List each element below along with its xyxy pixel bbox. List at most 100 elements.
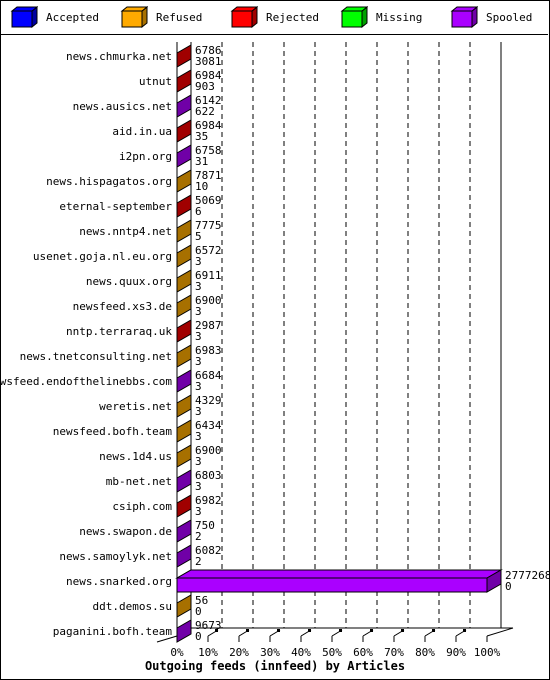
bar-side-face (176, 119, 192, 143)
data-label-bottom: 903 (195, 80, 215, 93)
data-label-bottom: 3 (195, 455, 202, 468)
bar-csiph.com (176, 494, 192, 518)
bar-news.chmurka.net (176, 44, 192, 68)
bar-chart: news.chmurka.net 67863081utnut 6984903news… (0, 42, 550, 673)
x-tick-label: 90% (446, 646, 466, 659)
x-tick-marker (463, 629, 466, 632)
category-label: news.nntp4.net (79, 225, 172, 238)
x-tick-marker (370, 629, 373, 632)
bar-news.swapon.de (176, 519, 192, 543)
x-axis: 0% 10% 20% 30% 40% 50% 60% 70% 80% 90% 100% (156, 627, 514, 659)
data-label-bottom: 0 (195, 605, 202, 618)
bar-side-face (176, 294, 192, 318)
bar-side-face (176, 519, 192, 543)
bar-side-face (176, 144, 192, 168)
bar-side-face (176, 619, 192, 643)
bar-newsfeed.xs3.de (176, 294, 192, 318)
bar-nntp.terraraq.uk (176, 319, 192, 343)
bar-side-face (176, 369, 192, 393)
data-label-top: 2777268 (505, 569, 550, 582)
bar-side-face (176, 194, 192, 218)
bar-news.ausics.net (176, 94, 192, 118)
bar-newsfeed.bofh.team (176, 419, 192, 443)
bar-side-face (176, 544, 192, 568)
bar-side-face (176, 44, 192, 68)
x-tick-label: 100% (474, 646, 501, 659)
category-label: paganini.bofh.team (53, 625, 173, 638)
data-label-bottom: 0 (195, 630, 202, 643)
category-label: usenet.goja.nl.eu.org (33, 250, 172, 263)
x-tick-label: 20% (229, 646, 249, 659)
category-label: i2pn.org (119, 150, 172, 163)
category-label: utnut (139, 75, 172, 88)
data-label-bottom: 10 (195, 180, 208, 193)
category-label: news.chmurka.net (66, 50, 172, 63)
category-label: newsfeed.bofh.team (53, 425, 173, 438)
data-label-bottom: 6 (195, 205, 202, 218)
x-tick-marker (339, 629, 342, 632)
category-label: news.ausics.net (73, 100, 172, 113)
x-tick-marker (432, 629, 435, 632)
category-label: news.snarked.org (66, 575, 172, 588)
bar-news.nntp4.net (176, 219, 192, 243)
bar-i2pn.org (176, 144, 192, 168)
data-label-bottom: 3 (195, 505, 202, 518)
x-tick-label: 10% (198, 646, 218, 659)
data-label-bottom: 31 (195, 155, 208, 168)
data-label-bottom: 3 (195, 405, 202, 418)
x-tick-label: 60% (353, 646, 373, 659)
bar-side-face (176, 269, 192, 293)
data-label-bottom: 3 (195, 480, 202, 493)
category-label: news.swapon.de (79, 525, 172, 538)
data-label-bottom: 5 (195, 230, 202, 243)
bar-eternal-september (176, 194, 192, 218)
bar-news.1d4.us (176, 444, 192, 468)
x-tick-marker (246, 629, 249, 632)
category-label: newsfeed.endofthelinebbs.com (0, 375, 172, 388)
data-label-bottom: 3 (195, 305, 202, 318)
bar-side-face (176, 69, 192, 93)
bar-news.tnetconsulting.net (176, 344, 192, 368)
category-label: eternal-september (59, 200, 172, 213)
category-label: news.1d4.us (99, 450, 172, 463)
category-label: ddt.demos.su (93, 600, 172, 613)
data-label-bottom: 3 (195, 330, 202, 343)
bar-weretis.net (176, 394, 192, 418)
bar-side-face (176, 219, 192, 243)
bar-news.snarked.org (175, 569, 503, 593)
bars (175, 44, 503, 643)
bar-side-face (176, 469, 192, 493)
bar-side-face (176, 444, 192, 468)
x-tick-label: 40% (291, 646, 311, 659)
bar-side-face (176, 594, 192, 618)
category-label: news.tnetconsulting.net (20, 350, 172, 363)
data-label-bottom: 2 (195, 555, 202, 568)
bar-side-face (176, 94, 192, 118)
x-tick-label: 70% (384, 646, 404, 659)
x-axis-title: Outgoing feeds (innfeed) by Articles (145, 659, 405, 673)
x-tick-marker (277, 629, 280, 632)
bar-paganini.bofh.team (176, 619, 192, 643)
bar-aid.in.ua (176, 119, 192, 143)
category-label: news.hispagatos.org (46, 175, 172, 188)
bar-side-face (176, 494, 192, 518)
bar-side-face (176, 394, 192, 418)
x-tick-marker (215, 629, 218, 632)
data-label-bottom: 3 (195, 355, 202, 368)
x-tick-label: 80% (415, 646, 435, 659)
floor-right-edge (486, 627, 514, 637)
data-label-bottom: 2 (195, 530, 202, 543)
data-label-bottom: 35 (195, 130, 208, 143)
category-label: news.quux.org (86, 275, 172, 288)
bar-side-face (176, 244, 192, 268)
bar-news.hispagatos.org (176, 169, 192, 193)
bar-ddt.demos.su (176, 594, 192, 618)
bar-news.samoylyk.net (176, 544, 192, 568)
category-labels: news.chmurka.net 67863081utnut 6984903news… (0, 44, 550, 643)
data-label-bottom: 3 (195, 280, 202, 293)
bar-side-face (176, 344, 192, 368)
x-tick-label: 50% (322, 646, 342, 659)
data-label-bottom: 3 (195, 255, 202, 268)
bar-news.quux.org (176, 269, 192, 293)
category-label: news.samoylyk.net (59, 550, 172, 563)
